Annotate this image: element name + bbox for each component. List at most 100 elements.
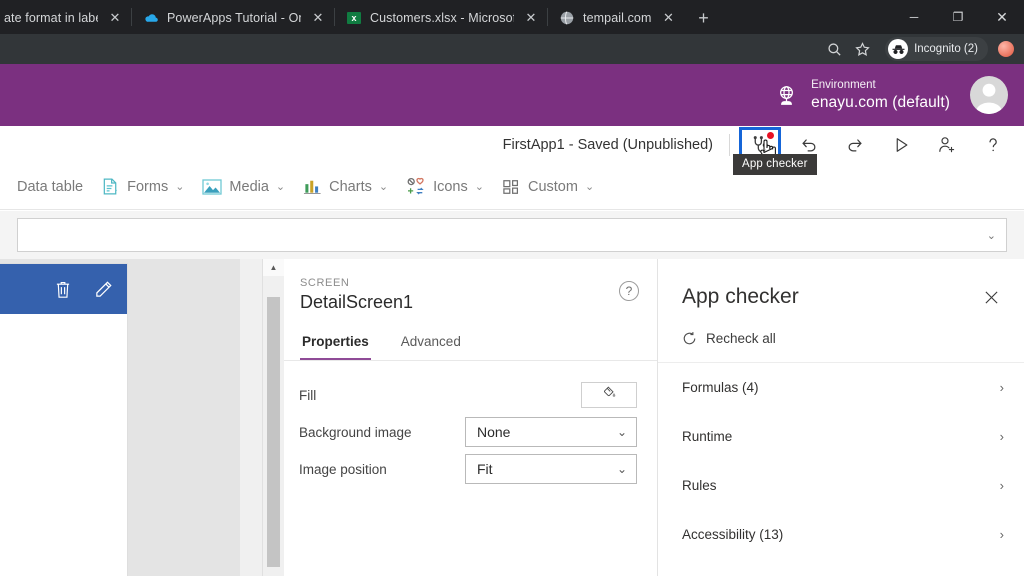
tab-divider — [547, 8, 548, 26]
user-avatar[interactable] — [970, 76, 1008, 114]
ribbon-item-charts[interactable]: Charts ⌄ — [294, 165, 397, 209]
browser-tab[interactable]: ate format in labels and ✕ — [0, 2, 130, 34]
canvas-scrollbar[interactable]: ▲ — [262, 259, 284, 576]
chevron-down-icon[interactable]: ⌄ — [987, 229, 996, 242]
window-controls: ─ ❐ ✕ — [892, 0, 1024, 34]
ribbon-item-custom[interactable]: Custom ⌄ — [493, 165, 603, 209]
browser-tab-strip: ate format in labels and ✕ PowerApps Tut… — [0, 0, 1024, 34]
ribbon-label: Charts — [329, 178, 372, 195]
chevron-down-icon: ⌄ — [378, 181, 389, 193]
window-maximize-button[interactable]: ❐ — [936, 1, 980, 33]
ribbon-item-icons[interactable]: Icons ⌄ — [397, 165, 493, 209]
check-item-label: Runtime — [682, 429, 733, 444]
redo-button[interactable] — [838, 130, 872, 160]
environment-name: enayu.com (default) — [811, 93, 950, 111]
chevron-down-icon: ⌄ — [275, 181, 286, 193]
chevron-right-icon: › — [999, 429, 1004, 444]
excel-icon: x — [346, 10, 362, 26]
check-item-formulas[interactable]: Formulas (4) › — [658, 363, 1024, 412]
tab-properties[interactable]: Properties — [300, 328, 371, 360]
ribbon-label: Custom — [527, 178, 578, 195]
app-checker-tooltip: App checker — [733, 154, 817, 175]
tab-close-icon[interactable]: ✕ — [659, 9, 677, 27]
pencil-icon[interactable] — [94, 280, 113, 299]
chevron-right-icon: › — [999, 380, 1004, 395]
close-icon[interactable] — [980, 286, 1002, 308]
properties-kicker: SCREEN — [300, 277, 350, 289]
window-close-button[interactable]: ✕ — [980, 1, 1024, 33]
share-button[interactable] — [930, 130, 964, 160]
select-value: Fit — [477, 461, 493, 477]
browser-tab[interactable]: x Customers.xlsx - Microsoft Excel ✕ — [336, 2, 546, 34]
property-label: Background image — [299, 424, 412, 440]
image-position-select[interactable]: Fit ⌄ — [465, 454, 637, 484]
browser-tab[interactable]: PowerApps Tutorial - OneDrive ✕ — [133, 2, 333, 34]
property-label: Image position — [299, 461, 387, 477]
chevron-down-icon: ⌄ — [474, 181, 484, 193]
environment-info: Environment enayu.com (default) — [811, 78, 950, 112]
scrollbar-thumb[interactable] — [267, 297, 280, 567]
tab-divider — [334, 8, 335, 26]
app-title: FirstApp1 - Saved (Unpublished) — [502, 137, 713, 153]
question-circle-icon[interactable]: ? — [619, 281, 639, 301]
tab-title: Customers.xlsx - Microsoft Excel — [370, 11, 514, 25]
incognito-indicator[interactable]: Incognito (2) — [885, 37, 988, 61]
ribbon-label: Data table — [17, 178, 84, 195]
trash-icon[interactable] — [54, 280, 72, 299]
check-item-label: Accessibility (13) — [682, 527, 784, 542]
fill-color-button[interactable] — [581, 382, 637, 408]
properties-header: SCREEN DetailScreen1 ? — [284, 259, 657, 313]
refresh-icon — [682, 331, 697, 346]
property-row-fill: Fill — [299, 377, 637, 413]
property-row-image-position: Image position Fit ⌄ — [299, 451, 637, 487]
svg-text:x: x — [351, 13, 356, 23]
properties-body: Fill Background image None ⌄ Image posit… — [284, 361, 657, 487]
form-icon — [101, 177, 120, 196]
browser-tabs: ate format in labels and ✕ PowerApps Tut… — [0, 0, 892, 34]
chevron-down-icon: ⌄ — [175, 181, 185, 193]
environment-label: Environment — [811, 79, 876, 92]
star-icon[interactable] — [849, 36, 875, 62]
canvas-area[interactable] — [0, 259, 262, 576]
check-item-label: Rules — [682, 478, 717, 493]
grid-blocks-icon — [502, 178, 521, 196]
help-button[interactable] — [976, 130, 1010, 160]
app-checker-header: App checker — [658, 259, 1024, 309]
property-label: Fill — [299, 387, 317, 403]
check-item-accessibility[interactable]: Accessibility (13) › — [658, 510, 1024, 559]
app-screen-preview[interactable] — [0, 264, 127, 576]
formula-input-box[interactable]: ⌄ — [17, 218, 1007, 252]
profile-avatar[interactable] — [998, 41, 1014, 57]
scroll-up-arrow-icon[interactable]: ▲ — [263, 259, 284, 276]
check-item-rules[interactable]: Rules › — [658, 461, 1024, 510]
onedrive-icon — [143, 10, 159, 26]
incognito-icon — [888, 39, 909, 59]
window-minimize-button[interactable]: ─ — [892, 1, 936, 33]
app-command-bar: FirstApp1 - Saved (Unpublished) — [0, 126, 1024, 164]
browser-tab[interactable]: tempail.com ✕ — [549, 2, 684, 34]
ribbon-item-data-table[interactable]: Data table — [8, 165, 92, 209]
ribbon-label: Icons — [433, 178, 468, 195]
recheck-all-button[interactable]: Recheck all — [658, 309, 1024, 363]
bar-chart-icon — [303, 178, 322, 196]
tab-close-icon[interactable]: ✕ — [106, 9, 124, 27]
chevron-down-icon: ⌄ — [584, 181, 595, 193]
check-item-runtime[interactable]: Runtime › — [658, 412, 1024, 461]
tab-close-icon[interactable]: ✕ — [522, 9, 540, 27]
shapes-icon — [406, 177, 426, 196]
new-tab-button[interactable]: + — [689, 4, 717, 32]
properties-pane: SCREEN DetailScreen1 ? Properties Advanc… — [284, 259, 658, 576]
tab-close-icon[interactable]: ✕ — [309, 9, 327, 27]
recheck-all-label: Recheck all — [706, 331, 776, 346]
tab-divider — [131, 8, 132, 26]
background-image-select[interactable]: None ⌄ — [465, 417, 637, 447]
paint-bucket-icon — [602, 385, 617, 405]
tab-title: PowerApps Tutorial - OneDrive — [167, 11, 301, 25]
ribbon-item-media[interactable]: Media ⌄ — [193, 165, 294, 209]
preview-play-button[interactable] — [884, 130, 918, 160]
ribbon-item-forms[interactable]: Forms ⌄ — [92, 165, 193, 209]
select-value: None — [477, 424, 511, 440]
tab-advanced[interactable]: Advanced — [399, 328, 463, 360]
search-icon[interactable] — [821, 36, 847, 62]
formula-bar-row: ⌄ — [0, 211, 1024, 259]
